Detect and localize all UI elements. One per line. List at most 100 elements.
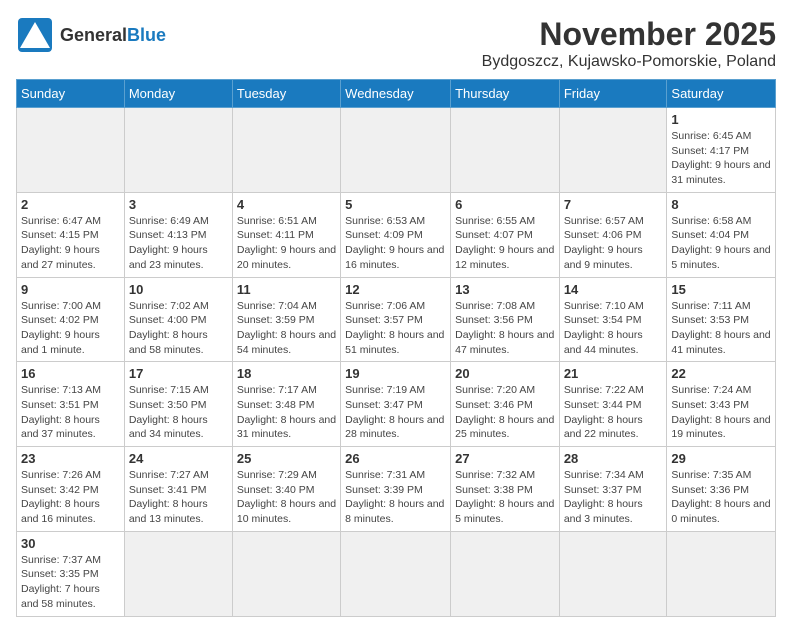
header-thursday: Thursday xyxy=(451,80,560,108)
day-info: Sunrise: 7:17 AM Sunset: 3:48 PM Dayligh… xyxy=(237,383,336,442)
day-info: Sunrise: 6:45 AM Sunset: 4:17 PM Dayligh… xyxy=(671,129,771,188)
day-number: 20 xyxy=(455,366,555,381)
calendar-day: 6 Sunrise: 6:55 AM Sunset: 4:07 PM Daylig… xyxy=(451,192,560,277)
calendar-day xyxy=(559,531,667,616)
day-number: 29 xyxy=(671,451,771,466)
logo-icon xyxy=(16,16,54,54)
day-info: Sunrise: 6:47 AM Sunset: 4:15 PM Dayligh… xyxy=(21,214,120,273)
day-info: Sunrise: 7:15 AM Sunset: 3:50 PM Dayligh… xyxy=(129,383,228,442)
day-number: 17 xyxy=(129,366,228,381)
calendar-day: 24Sunrise: 7:27 AM Sunset: 3:41 PM Dayli… xyxy=(124,447,232,532)
calendar-day: 11 Sunrise: 7:04 AM Sunset: 3:59 PM Dayli… xyxy=(232,277,340,362)
day-info: Sunrise: 7:06 AM Sunset: 3:57 PM Dayligh… xyxy=(345,299,446,358)
day-number: 1 xyxy=(671,112,771,127)
day-number: 24 xyxy=(129,451,228,466)
calendar-day: 15 Sunrise: 7:11 AM Sunset: 3:53 PM Dayli… xyxy=(667,277,776,362)
logo-blue: Blue xyxy=(127,25,166,45)
day-info: Sunrise: 6:51 AM Sunset: 4:11 PM Dayligh… xyxy=(237,214,336,273)
page-header: GeneralBlue November 2025 Bydgoszcz, Kuj… xyxy=(16,16,776,71)
calendar-table: SundayMondayTuesdayWednesdayThursdayFrid… xyxy=(16,79,776,617)
logo: GeneralBlue xyxy=(16,16,166,54)
day-info: Sunrise: 7:08 AM Sunset: 3:56 PM Dayligh… xyxy=(455,299,555,358)
calendar-day xyxy=(451,108,560,193)
calendar-day xyxy=(17,108,125,193)
location: Bydgoszcz, Kujawsko-Pomorskie, Poland xyxy=(482,53,776,71)
calendar-day: 21 Sunrise: 7:22 AM Sunset: 3:44 PM Dayli… xyxy=(559,362,667,447)
calendar-day xyxy=(124,108,232,193)
header-monday: Monday xyxy=(124,80,232,108)
calendar-day: 25Sunrise: 7:29 AM Sunset: 3:40 PM Dayli… xyxy=(232,447,340,532)
calendar-day: 10 Sunrise: 7:02 AM Sunset: 4:00 PM Dayli… xyxy=(124,277,232,362)
calendar-day: 23 Sunrise: 7:26 AM Sunset: 3:42 PM Dayli… xyxy=(17,447,125,532)
day-info: Sunrise: 7:11 AM Sunset: 3:53 PM Dayligh… xyxy=(671,299,771,358)
calendar-day xyxy=(559,108,667,193)
day-info: Sunrise: 7:26 AM Sunset: 3:42 PM Dayligh… xyxy=(21,468,120,527)
day-number: 13 xyxy=(455,282,555,297)
logo-general: General xyxy=(60,25,127,45)
day-info: Sunrise: 7:00 AM Sunset: 4:02 PM Dayligh… xyxy=(21,299,120,358)
calendar-day xyxy=(341,108,451,193)
calendar-week-row: 23 Sunrise: 7:26 AM Sunset: 3:42 PM Dayli… xyxy=(17,447,776,532)
calendar-week-row: 2 Sunrise: 6:47 AM Sunset: 4:15 PM Daylig… xyxy=(17,192,776,277)
calendar-day: 9 Sunrise: 7:00 AM Sunset: 4:02 PM Daylig… xyxy=(17,277,125,362)
day-info: Sunrise: 7:37 AM Sunset: 3:35 PM Dayligh… xyxy=(21,553,120,612)
calendar-day xyxy=(232,108,340,193)
calendar-day: 4 Sunrise: 6:51 AM Sunset: 4:11 PM Daylig… xyxy=(232,192,340,277)
calendar-day xyxy=(232,531,340,616)
day-number: 15 xyxy=(671,282,771,297)
day-info: Sunrise: 7:32 AM Sunset: 3:38 PM Dayligh… xyxy=(455,468,555,527)
day-info: Sunrise: 6:49 AM Sunset: 4:13 PM Dayligh… xyxy=(129,214,228,273)
calendar-day xyxy=(667,531,776,616)
calendar-day: 13 Sunrise: 7:08 AM Sunset: 3:56 PM Dayli… xyxy=(451,277,560,362)
day-info: Sunrise: 6:53 AM Sunset: 4:09 PM Dayligh… xyxy=(345,214,446,273)
day-number: 9 xyxy=(21,282,120,297)
calendar-day: 3 Sunrise: 6:49 AM Sunset: 4:13 PM Daylig… xyxy=(124,192,232,277)
calendar-title: November 2025 Bydgoszcz, Kujawsko-Pomors… xyxy=(482,16,776,71)
calendar-day: 22Sunrise: 7:24 AM Sunset: 3:43 PM Dayli… xyxy=(667,362,776,447)
day-number: 28 xyxy=(564,451,663,466)
day-number: 30 xyxy=(21,536,120,551)
day-info: Sunrise: 7:10 AM Sunset: 3:54 PM Dayligh… xyxy=(564,299,663,358)
day-number: 4 xyxy=(237,197,336,212)
calendar-week-row: 16 Sunrise: 7:13 AM Sunset: 3:51 PM Dayli… xyxy=(17,362,776,447)
day-number: 6 xyxy=(455,197,555,212)
calendar-week-row: 1 Sunrise: 6:45 AM Sunset: 4:17 PM Daylig… xyxy=(17,108,776,193)
calendar-header-row: SundayMondayTuesdayWednesdayThursdayFrid… xyxy=(17,80,776,108)
calendar-day: 29 Sunrise: 7:35 AM Sunset: 3:36 PM Dayli… xyxy=(667,447,776,532)
calendar-day xyxy=(124,531,232,616)
day-info: Sunrise: 7:29 AM Sunset: 3:40 PM Dayligh… xyxy=(237,468,336,527)
calendar-day: 17 Sunrise: 7:15 AM Sunset: 3:50 PM Dayli… xyxy=(124,362,232,447)
day-info: Sunrise: 7:13 AM Sunset: 3:51 PM Dayligh… xyxy=(21,383,120,442)
day-info: Sunrise: 7:02 AM Sunset: 4:00 PM Dayligh… xyxy=(129,299,228,358)
day-info: Sunrise: 7:22 AM Sunset: 3:44 PM Dayligh… xyxy=(564,383,663,442)
day-info: Sunrise: 7:04 AM Sunset: 3:59 PM Dayligh… xyxy=(237,299,336,358)
day-info: Sunrise: 6:55 AM Sunset: 4:07 PM Dayligh… xyxy=(455,214,555,273)
day-number: 23 xyxy=(21,451,120,466)
header-friday: Friday xyxy=(559,80,667,108)
day-number: 5 xyxy=(345,197,446,212)
calendar-day: 28 Sunrise: 7:34 AM Sunset: 3:37 PM Dayli… xyxy=(559,447,667,532)
day-number: 2 xyxy=(21,197,120,212)
day-number: 27 xyxy=(455,451,555,466)
day-info: Sunrise: 7:19 AM Sunset: 3:47 PM Dayligh… xyxy=(345,383,446,442)
calendar-day: 14Sunrise: 7:10 AM Sunset: 3:54 PM Dayli… xyxy=(559,277,667,362)
day-info: Sunrise: 7:34 AM Sunset: 3:37 PM Dayligh… xyxy=(564,468,663,527)
day-number: 16 xyxy=(21,366,120,381)
day-number: 19 xyxy=(345,366,446,381)
day-number: 10 xyxy=(129,282,228,297)
calendar-day xyxy=(451,531,560,616)
calendar-day: 20 Sunrise: 7:20 AM Sunset: 3:46 PM Dayli… xyxy=(451,362,560,447)
day-info: Sunrise: 7:35 AM Sunset: 3:36 PM Dayligh… xyxy=(671,468,771,527)
calendar-day: 1 Sunrise: 6:45 AM Sunset: 4:17 PM Daylig… xyxy=(667,108,776,193)
day-info: Sunrise: 7:20 AM Sunset: 3:46 PM Dayligh… xyxy=(455,383,555,442)
day-number: 8 xyxy=(671,197,771,212)
day-number: 21 xyxy=(564,366,663,381)
day-number: 11 xyxy=(237,282,336,297)
calendar-week-row: 30 Sunrise: 7:37 AM Sunset: 3:35 PM Dayli… xyxy=(17,531,776,616)
header-tuesday: Tuesday xyxy=(232,80,340,108)
day-number: 3 xyxy=(129,197,228,212)
calendar-day: 8Sunrise: 6:58 AM Sunset: 4:04 PM Daylig… xyxy=(667,192,776,277)
calendar-day: 2 Sunrise: 6:47 AM Sunset: 4:15 PM Daylig… xyxy=(17,192,125,277)
header-wednesday: Wednesday xyxy=(341,80,451,108)
header-saturday: Saturday xyxy=(667,80,776,108)
